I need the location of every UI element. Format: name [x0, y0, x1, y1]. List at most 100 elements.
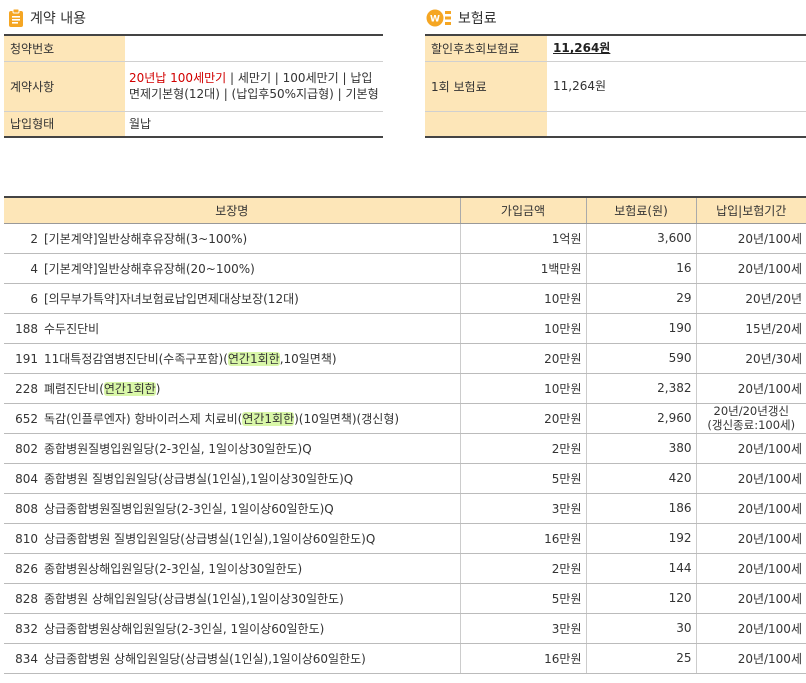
premium-discounted-value: 11,264원 [553, 41, 611, 56]
coverage-row-amount: 10만원 [544, 381, 582, 396]
coverage-premium-cell: 380 [585, 433, 696, 464]
coverage-amount-cell: 16만원 [459, 523, 586, 554]
coverage-premium-cell: 29 [585, 283, 696, 314]
coverage-row-premium: 380 [668, 441, 692, 455]
contract-section-header: 계약 내용 [8, 8, 86, 28]
premium-row-discounted: 할인후초회보험료 11,264원 [425, 35, 806, 62]
coverage-row: 2 [기본계약]일반상해후유장해(3~100%) 1억원 3,600 20년/100세 [4, 223, 806, 254]
coverage-row-name: [의무부가특약]자녀보험료납입면제대상보장(12대) [44, 291, 299, 306]
coverage-period-cell: 20년/100세 [695, 223, 806, 254]
coverage-row-name: 종합병원상해입원일당(2-3인실, 1일이상30일한도) [44, 561, 303, 576]
coverage-row-limit-highlight: 연간1회한 [103, 381, 156, 396]
coverage-period-cell: 20년/100세 [695, 253, 806, 284]
coverage-row-name: 종합병원질병입원일당(2-3인실, 1일이상30일한도)Q [44, 441, 312, 456]
coverage-period-cell: 20년/20년갱신 (갱신종료:100세) [695, 403, 806, 434]
coverage-amount-cell: 16만원 [459, 643, 586, 674]
coverage-row-limit-highlight: 연간1회한 [242, 411, 295, 426]
coverage-row-limit-highlight: 연간1회한 [227, 351, 280, 366]
coverage-row-name: 상급종합병원 상해입원일당(상급병실(1인실),1일이상60일한도) [44, 651, 366, 666]
coverage-row-amount: 1억원 [551, 231, 582, 246]
coverage-row-name: 폐렴진단비( [44, 381, 104, 396]
coverage-amount-cell: 1백만원 [459, 253, 586, 284]
coverage-premium-cell: 25 [585, 643, 696, 674]
coverage-row-number: 188 [15, 321, 38, 336]
coverage-row-name-tail: ,10일면책) [279, 351, 337, 366]
coverage-row-premium: 25 [676, 651, 692, 665]
coverage-period-cell: 20년/100세 [695, 463, 806, 494]
coverage-row-name: [기본계약]일반상해후유장해(3~100%) [44, 231, 248, 246]
coverage-row: 804 종합병원 질병입원일당(상급병실(1인실),1일이상30일한도)Q 5만원 4… [4, 463, 806, 494]
coverage-row-name: 종합병원 상해입원일당(상급병실(1인실),1일이상30일한도) [44, 591, 344, 606]
coverage-row-period: 20년/100세 [737, 561, 802, 576]
coverage-row-period: 20년/100세 [737, 261, 802, 276]
coverage-name-cell: 826 종합병원상해입원일당(2-3인실, 1일이상30일한도) [4, 553, 460, 584]
coverage-row-amount: 5만원 [551, 591, 582, 606]
coverage-row-name: 종합병원 질병입원일당(상급병실(1인실),1일이상30일한도)Q [44, 471, 354, 486]
coverage-row-premium: 186 [668, 501, 692, 515]
coverage-premium-cell: 30 [585, 613, 696, 644]
coverage-row-premium: 2,960 [657, 411, 692, 425]
coverage-header-name: 보장명 [4, 197, 460, 224]
premium-value: 11,264원 [547, 61, 806, 112]
coverage-row-amount: 3만원 [551, 621, 582, 636]
coverage-row-period: 20년/100세 [737, 501, 802, 516]
coverage-name-cell: 652 독감(인플루엔자) 항바이러스제 치료비(연간1회한)(10일면책)(갱신… [4, 403, 460, 434]
coverage-row: 652 독감(인플루엔자) 항바이러스제 치료비(연간1회한)(10일면책)(갱신… [4, 403, 806, 434]
coverage-row: 228 폐렴진단비(연간1회한) 10만원 2,382 20년/100세 [4, 373, 806, 404]
coverage-row-amount: 10만원 [544, 291, 582, 306]
coverage-name-cell: 832 상급종합병원상해입원일당(2-3인실, 1일이상60일한도) [4, 613, 460, 644]
coverage-row-name: 수두진단비 [44, 321, 100, 336]
coverage-premium-cell: 144 [585, 553, 696, 584]
coverage-row-period: 20년/100세 [737, 381, 802, 396]
coverage-row-period: 20년/100세 [737, 471, 802, 486]
coverage-name-cell: 4 [기본계약]일반상해후유장해(20~100%) [4, 253, 460, 284]
contract-terms-highlight: 20년납 100세만기 [129, 71, 227, 85]
premium-label: 1회 보험료 [425, 61, 547, 112]
coverage-row-number: 652 [15, 411, 38, 426]
coverage-row-premium: 16 [676, 261, 692, 275]
coverage-row: 191 11대특정감염병진단비(수족구포함)(연간1회한,10일면책) 20만원 59… [4, 343, 806, 374]
coverage-header-amount: 가입금액 [459, 197, 586, 224]
coverage-row-period: 20년/30세 [745, 351, 802, 366]
coverage-name-cell: 834 상급종합병원 상해입원일당(상급병실(1인실),1일이상60일한도) [4, 643, 460, 674]
coverage-row-amount: 16만원 [544, 651, 582, 666]
coverage-row-number: 832 [15, 621, 38, 636]
coverage-period-cell: 20년/20년 [695, 283, 806, 314]
coverage-row-premium: 420 [668, 471, 692, 485]
clipboard-icon [9, 8, 23, 27]
premium-row-empty [425, 111, 806, 138]
coverage-row: 826 종합병원상해입원일당(2-3인실, 1일이상30일한도) 2만원 144 20년… [4, 553, 806, 584]
coverage-period-cell: 20년/100세 [695, 553, 806, 584]
coverage-amount-cell: 3만원 [459, 613, 586, 644]
contract-label: 납입형태 [4, 111, 125, 138]
we-logo-icon: W [426, 9, 451, 27]
coverage-premium-cell: 2,960 [585, 403, 696, 434]
coverage-row-name: 상급종합병원 질병입원일당(상급병실(1인실),1일이상60일한도)Q [44, 531, 376, 546]
coverage-row-name: 상급종합병원상해입원일당(2-3인실, 1일이상60일한도) [44, 621, 325, 636]
svg-text:W: W [430, 15, 440, 25]
coverage-amount-cell: 2만원 [459, 553, 586, 584]
coverage-header-premium: 보험료(원) [585, 197, 696, 224]
contract-value [125, 35, 383, 62]
coverage-row-premium: 192 [668, 531, 692, 545]
coverage-header-row: 보장명 가입금액 보험료(원) 납입|보험기간 [4, 197, 806, 224]
coverage-row-number: 828 [15, 591, 38, 606]
coverage-row-amount: 16만원 [544, 531, 582, 546]
coverage-period-cell: 20년/100세 [695, 523, 806, 554]
coverage-name-cell: 810 상급종합병원 질병입원일당(상급병실(1인실),1일이상60일한도)Q [4, 523, 460, 554]
contract-section-title: 계약 내용 [30, 11, 86, 27]
coverage-row-amount: 2만원 [551, 441, 582, 456]
premium-section-header: W 보험료 [426, 8, 497, 28]
coverage-row-period: 20년/100세 [737, 231, 802, 246]
coverage-row-number: 826 [15, 561, 38, 576]
coverage-period-cell: 20년/100세 [695, 583, 806, 614]
coverage-row-number: 228 [15, 381, 38, 396]
contract-label: 청약번호 [4, 35, 125, 62]
coverage-period-cell: 20년/100세 [695, 613, 806, 644]
coverage-row: 6 [의무부가특약]자녀보험료납입면제대상보장(12대) 10만원 29 20년/20년 [4, 283, 806, 314]
coverage-row-period-note: (갱신종료:100세) [707, 418, 796, 432]
coverage-row-premium: 590 [668, 351, 692, 365]
coverage-row-premium: 144 [668, 561, 692, 575]
premium-label: 할인후초회보험료 [425, 35, 547, 62]
coverage-row-premium: 30 [676, 621, 692, 635]
